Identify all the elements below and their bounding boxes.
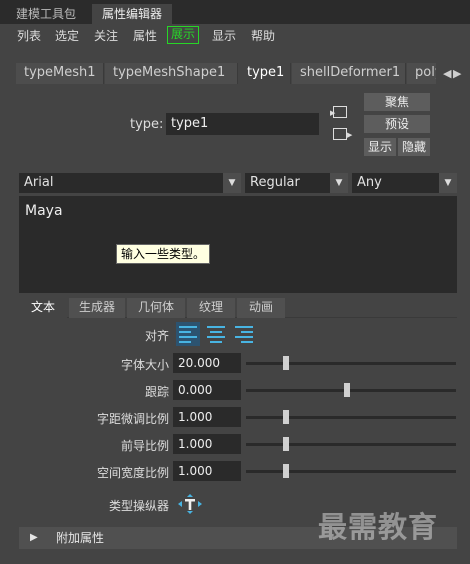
dropdown-arrow-icon[interactable]: ▼ — [330, 173, 348, 193]
extra-attributes-label: 附加属性 — [56, 531, 105, 545]
menu-selected[interactable]: 选定 — [55, 27, 79, 45]
tab-geometry[interactable]: 几何体 — [127, 298, 185, 318]
font-style-dropdown[interactable]: Regular ▼ — [245, 173, 348, 193]
tab-modeling-toolkit[interactable]: 建模工具包 — [6, 4, 86, 24]
menu-display[interactable]: 显示 — [212, 27, 236, 45]
leading-scale-field[interactable]: 1.000 — [173, 434, 241, 454]
leading-scale-slider[interactable] — [246, 437, 456, 451]
menu-attributes[interactable]: 属性 — [133, 27, 157, 45]
align-right-icon[interactable] — [232, 322, 256, 346]
tab-shelldeformer1[interactable]: shellDeformer1 — [292, 63, 406, 84]
tab-typemesh1[interactable]: typeMesh1 — [16, 63, 104, 84]
language-dropdown[interactable]: Any ▼ — [352, 173, 457, 193]
tab-text[interactable]: 文本 — [19, 298, 67, 318]
align-left-icon[interactable] — [176, 322, 200, 346]
tab-typemeshshape1[interactable]: typeMeshShape1 — [105, 63, 238, 84]
watermark-logo: 最需教育 — [318, 510, 439, 544]
input-connection-icon[interactable]: ▶ — [330, 106, 347, 118]
focus-button[interactable]: 聚焦 — [364, 93, 430, 111]
expand-arrow-icon[interactable]: ▶ — [30, 527, 38, 549]
tracking-field[interactable]: 0.000 — [173, 380, 241, 400]
tab-animation[interactable]: 动画 — [237, 298, 285, 318]
type-attribute-tabs: 文本 生成器 几何体 纹理 动画 — [19, 298, 457, 318]
type-text-value: Maya — [25, 203, 63, 219]
menu-focus[interactable]: 关注 — [94, 27, 118, 45]
presets-button[interactable]: 预设 — [364, 115, 430, 133]
font-size-label: 字体大小 — [120, 358, 169, 372]
type-node-name-field[interactable]: type1 — [166, 113, 319, 135]
type-manipulator-label: 类型操纵器 — [108, 499, 169, 513]
font-size-slider[interactable] — [246, 356, 456, 370]
space-width-scale-field[interactable]: 1.000 — [173, 461, 241, 481]
dropdown-arrow-icon[interactable]: ▼ — [223, 173, 241, 193]
tab-texture[interactable]: 纹理 — [187, 298, 235, 318]
language-value: Any — [357, 175, 382, 190]
kerning-scale-slider[interactable] — [246, 410, 456, 424]
type-text-input[interactable]: Maya — [19, 196, 457, 293]
slider-handle[interactable] — [283, 437, 289, 451]
alignment-buttons — [176, 322, 258, 346]
space-width-scale-label: 空间宽度比例 — [96, 466, 169, 480]
font-family-value: Arial — [24, 175, 54, 190]
chevron-left-icon[interactable]: ◀ — [443, 67, 451, 80]
kerning-scale-field[interactable]: 1.000 — [173, 407, 241, 427]
chevron-right-icon[interactable]: ▶ — [453, 67, 461, 80]
tab-scroll-arrows: ◀ ▶ — [441, 64, 463, 84]
menu-list[interactable]: 列表 — [17, 27, 41, 45]
tooltip: 输入一些类型。 — [116, 244, 211, 264]
kerning-scale-label: 字距微调比例 — [96, 412, 169, 426]
node-tab-bar: typeMesh1 typeMeshShape1 type1 shellDefo… — [16, 63, 436, 84]
tab-poly[interactable]: poly — [407, 63, 436, 84]
alignment-label: 对齐 — [144, 329, 169, 343]
slider-handle[interactable] — [283, 410, 289, 424]
hide-button[interactable]: 隐藏 — [398, 138, 430, 156]
menu-bar: 列表 选定 关注 属性 展示 显示 帮助 — [0, 24, 470, 46]
menu-show[interactable]: 展示 — [167, 26, 200, 44]
panel-tab-bar: 建模工具包 属性编辑器 — [0, 0, 470, 24]
slider-handle[interactable] — [283, 356, 289, 370]
menu-help[interactable]: 帮助 — [251, 27, 275, 45]
tab-type1[interactable]: type1 — [239, 63, 291, 84]
slider-handle[interactable] — [344, 383, 350, 397]
dropdown-arrow-icon[interactable]: ▼ — [439, 173, 457, 193]
output-connection-icon[interactable]: ▶ — [333, 128, 352, 140]
font-family-dropdown[interactable]: Arial ▼ — [19, 173, 241, 193]
slider-handle[interactable] — [283, 464, 289, 478]
type-node-label: type: — [130, 117, 164, 132]
font-style-value: Regular — [250, 175, 300, 190]
tracking-label: 跟踪 — [144, 385, 169, 399]
leading-scale-label: 前导比例 — [120, 439, 169, 453]
font-size-field[interactable]: 20.000 — [173, 353, 241, 373]
align-center-icon[interactable] — [204, 322, 228, 346]
type-manipulator-icon[interactable] — [177, 493, 203, 515]
show-button[interactable]: 显示 — [364, 138, 396, 156]
space-width-scale-slider[interactable] — [246, 464, 456, 478]
tracking-slider[interactable] — [246, 383, 456, 397]
tab-generator[interactable]: 生成器 — [69, 298, 125, 318]
tab-attribute-editor[interactable]: 属性编辑器 — [92, 4, 173, 24]
